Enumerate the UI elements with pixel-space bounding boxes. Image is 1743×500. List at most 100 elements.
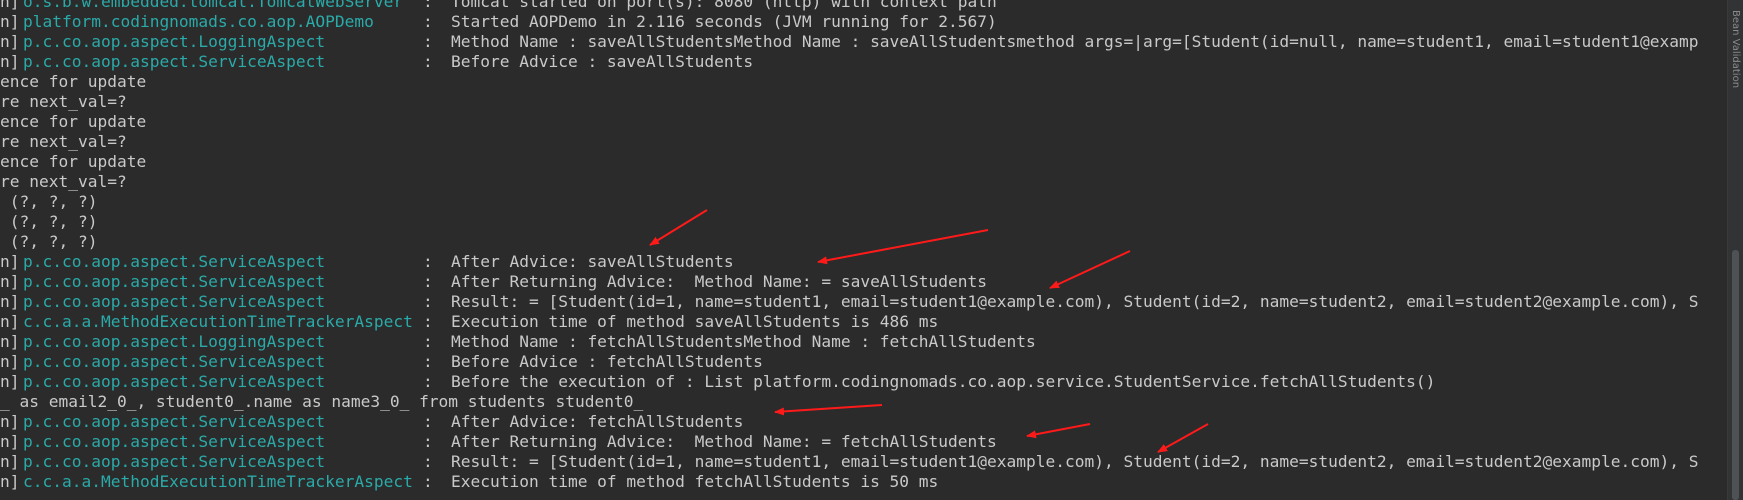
log-line: ence for update [0,152,1728,172]
log-line: re next_val=? [0,172,1728,192]
log-line: _ as email2_0_, student0_.name as name3_… [0,392,1728,412]
bean-validation-tab[interactable]: Bean Validation [1728,10,1743,120]
log-line: n] c.c.a.a.MethodExecutionTimeTrackerAspe… [0,472,1728,492]
log-message: Method Name : saveAllStudentsMethod Name… [451,32,1699,51]
separator: : [423,312,433,331]
separator: : [423,252,433,271]
separator: : [423,272,433,291]
separator: : [423,0,433,11]
logger-name: p.c.co.aop.aspect.ServiceAspect [23,452,326,471]
logger-name: p.c.co.aop.aspect.ServiceAspect [23,52,326,71]
logger-name: p.c.co.aop.aspect.ServiceAspect [23,352,326,371]
thread-bracket: n] [0,52,20,71]
run-console[interactable]: n] o.s.b.w.embedded.tomcat.TomcatWebServe… [0,0,1743,500]
separator: : [423,292,433,311]
separator: : [423,32,433,51]
log-message: After Advice: saveAllStudents [451,252,734,271]
log-line: n] p.c.co.aop.aspect.ServiceAspect: After … [0,412,1728,432]
log-line: n] p.c.co.aop.aspect.ServiceAspect: Before… [0,352,1728,372]
thread-bracket: n] [0,272,20,291]
sql-fragment: ence for update [0,72,147,91]
sql-fragment: _ as email2_0_, student0_.name as name3_… [0,392,644,411]
log-line: n] platform.codingnomads.co.aop.AOPDemo: S… [0,12,1728,32]
log-message: Before Advice : saveAllStudents [451,52,754,71]
log-line: ence for update [0,112,1728,132]
thread-bracket: n] [0,452,20,471]
log-message: After Returning Advice: Method Name: = f… [451,432,997,451]
sql-fragment: (?, ?, ?) [0,212,98,231]
logger-name: p.c.co.aop.aspect.ServiceAspect [23,292,326,311]
sql-fragment: re next_val=? [0,92,127,111]
log-line: n] o.s.b.w.embedded.tomcat.TomcatWebServe… [0,0,1728,12]
log-message: Execution time of method fetchAllStudent… [451,472,939,491]
log-message: Method Name : fetchAllStudentsMethod Nam… [451,332,1036,351]
sql-fragment: ence for update [0,112,147,131]
thread-bracket: n] [0,12,20,31]
log-line: n] p.c.co.aop.aspect.ServiceAspect: Result… [0,292,1728,312]
log-line: n] p.c.co.aop.aspect.LoggingAspect: Method… [0,332,1728,352]
sql-fragment: (?, ?, ?) [0,192,98,211]
log-line: n] p.c.co.aop.aspect.ServiceAspect: After … [0,432,1728,452]
thread-bracket: n] [0,412,20,431]
separator: : [423,12,433,31]
log-message: Before the execution of : List platform.… [451,372,1436,391]
log-line: n] c.c.a.a.MethodExecutionTimeTrackerAspe… [0,312,1728,332]
log-message: Execution time of method saveAllStudents… [451,312,939,331]
log-line: (?, ?, ?) [0,192,1728,212]
logger-name: p.c.co.aop.aspect.ServiceAspect [23,432,326,451]
log-line: (?, ?, ?) [0,232,1728,252]
log-output[interactable]: n] o.s.b.w.embedded.tomcat.TomcatWebServe… [0,0,1728,500]
log-line: n] p.c.co.aop.aspect.ServiceAspect: Before… [0,52,1728,72]
logger-name: p.c.co.aop.aspect.ServiceAspect [23,272,326,291]
log-message: After Advice: fetchAllStudents [451,412,744,431]
thread-bracket: n] [0,292,20,311]
log-message: Started AOPDemo in 2.116 seconds (JVM ru… [451,12,997,31]
log-line: re next_val=? [0,132,1728,152]
separator: : [423,52,433,71]
thread-bracket: n] [0,352,20,371]
thread-bracket: n] [0,0,20,11]
sql-fragment: ence for update [0,152,147,171]
vertical-scrollbar[interactable]: Bean Validation [1727,0,1743,500]
logger-name: o.s.b.w.embedded.tomcat.TomcatWebServer [23,0,404,11]
thread-bracket: n] [0,372,20,391]
thread-bracket: n] [0,472,20,491]
log-line: n] p.c.co.aop.aspect.ServiceAspect: After … [0,252,1728,272]
log-message: Result: = [Student(id=1, name=student1, … [451,292,1699,311]
logger-name: p.c.co.aop.aspect.LoggingAspect [23,32,326,51]
logger-name: p.c.co.aop.aspect.ServiceAspect [23,372,326,391]
log-message: Before Advice : fetchAllStudents [451,352,763,371]
log-line: n] p.c.co.aop.aspect.ServiceAspect: Result… [0,452,1728,472]
log-message: After Returning Advice: Method Name: = s… [451,272,988,291]
thread-bracket: n] [0,312,20,331]
scrollbar-thumb[interactable] [1732,250,1739,500]
thread-bracket: n] [0,332,20,351]
log-line: n] p.c.co.aop.aspect.ServiceAspect: After … [0,272,1728,292]
sql-fragment: re next_val=? [0,172,127,191]
thread-bracket: n] [0,252,20,271]
separator: : [423,412,433,431]
log-line: ence for update [0,72,1728,92]
logger-name: p.c.co.aop.aspect.LoggingAspect [23,332,326,351]
separator: : [423,372,433,391]
log-line: n] p.c.co.aop.aspect.ServiceAspect: Before… [0,372,1728,392]
separator: : [423,332,433,351]
thread-bracket: n] [0,32,20,51]
separator: : [423,432,433,451]
sql-fragment: (?, ?, ?) [0,232,98,251]
log-line: n] p.c.co.aop.aspect.LoggingAspect: Method… [0,32,1728,52]
logger-name: c.c.a.a.MethodExecutionTimeTrackerAspect [23,472,413,491]
log-message: Result: = [Student(id=1, name=student1, … [451,452,1699,471]
log-line: (?, ?, ?) [0,212,1728,232]
thread-bracket: n] [0,432,20,451]
separator: : [423,452,433,471]
log-line: re next_val=? [0,92,1728,112]
separator: : [423,472,433,491]
logger-name: c.c.a.a.MethodExecutionTimeTrackerAspect [23,312,413,331]
logger-name: p.c.co.aop.aspect.ServiceAspect [23,252,326,271]
log-message: Tomcat started on port(s): 8080 (http) w… [451,0,1026,11]
sql-fragment: re next_val=? [0,132,127,151]
separator: : [423,352,433,371]
logger-name: platform.codingnomads.co.aop.AOPDemo [23,12,374,31]
logger-name: p.c.co.aop.aspect.ServiceAspect [23,412,326,431]
